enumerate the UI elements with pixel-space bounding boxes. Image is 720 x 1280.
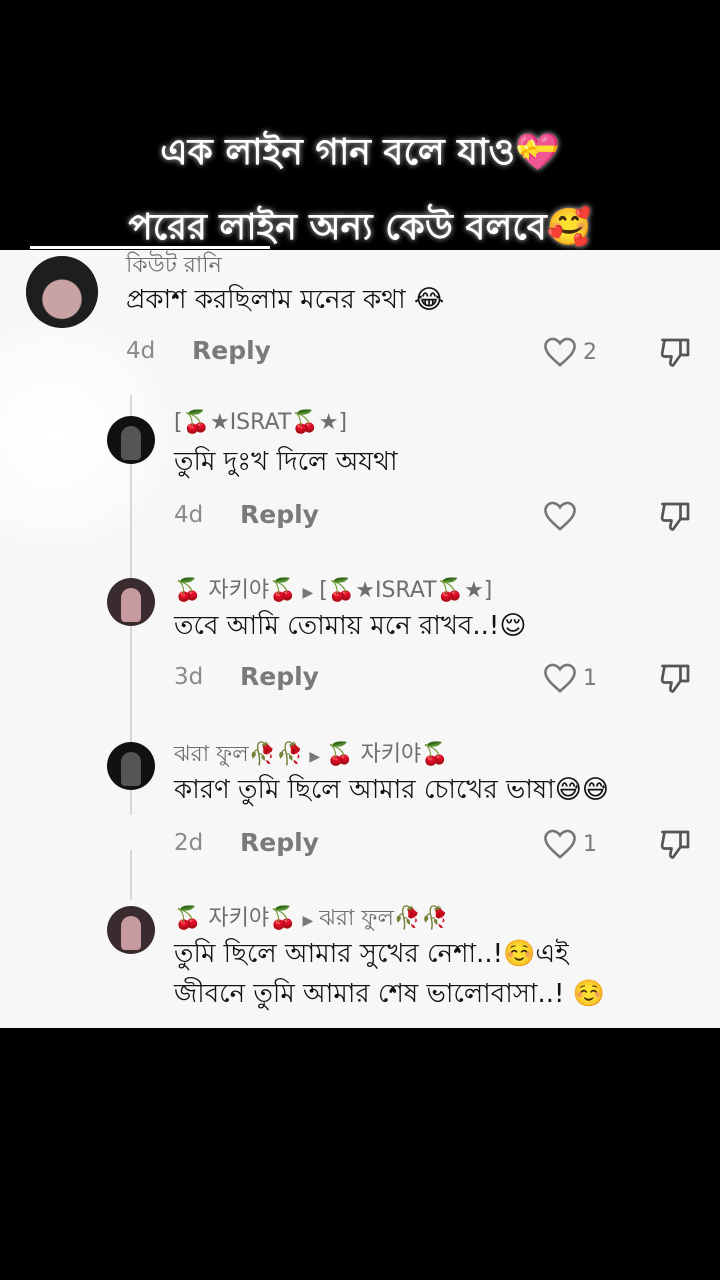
comment-text-line-1: তুমি ছিলে আমার সুখের নেশা..!☺️এই [174, 939, 569, 969]
avatar[interactable] [107, 742, 155, 790]
comment-age: 4d [174, 502, 204, 528]
username-label: 🍒 자키야🍒 [174, 578, 297, 603]
thumbs-down-outline-icon[interactable] [658, 498, 694, 534]
reply-button[interactable]: Reply [240, 828, 319, 857]
caption-line-1: এক লাইন গান বলে যাও💝 [160, 132, 560, 173]
thumbs-down-outline-icon[interactable] [658, 660, 694, 696]
username-label: 🍒 자키야🍒 [174, 906, 297, 931]
avatar[interactable] [107, 906, 155, 954]
thumbs-down-outline-icon[interactable] [658, 826, 694, 862]
comment-panel: কিউট রানি প্রকাশ করছিলাম মনের কথা 😂 4d R… [0, 250, 720, 1028]
heart-outline-icon[interactable] [542, 336, 578, 368]
like-count: 1 [583, 832, 597, 857]
triangle-right-icon: ▶ [309, 749, 321, 765]
comment-age: 4d [126, 338, 156, 364]
triangle-right-icon: ▶ [302, 913, 314, 929]
heart-outline-icon[interactable] [542, 828, 578, 860]
comment-text: প্রকাশ করছিলাম মনের কথা 😂 [126, 285, 445, 315]
reply-to-label: 🍒 자키야🍒 [326, 742, 449, 767]
comment-age: 2d [174, 830, 204, 856]
avatar[interactable] [107, 416, 155, 464]
reply-button[interactable]: Reply [192, 336, 271, 365]
avatar[interactable] [107, 578, 155, 626]
username-label: ঝরা ফুল🥀🥀 [174, 742, 304, 767]
reply-button[interactable]: Reply [240, 662, 319, 691]
thumbs-down-outline-icon[interactable] [658, 334, 694, 370]
heart-outline-icon[interactable] [542, 500, 578, 532]
comment-username[interactable]: ঝরা ফুল🥀🥀 ▶ 🍒 자키야🍒 [174, 736, 449, 774]
bottom-black-area [0, 1028, 720, 1280]
avatar[interactable] [26, 256, 98, 328]
comment-username[interactable]: [🍒★ISRAT🍒★] [174, 410, 347, 435]
like-count: 1 [583, 666, 597, 691]
comment-username[interactable]: 🍒 자키야🍒 ▶ [🍒★ISRAT🍒★] [174, 572, 492, 604]
comment-username[interactable]: 🍒 자키야🍒 ▶ ঝরা ফুল🥀🥀 [174, 900, 449, 938]
caption-underline [30, 246, 270, 249]
reply-to-label: ঝরা ফুল🥀🥀 [319, 906, 449, 931]
reply-to-label: [🍒★ISRAT🍒★] [319, 578, 493, 603]
comment-text: কারণ তুমি ছিলে আমার চোখের ভাষা😅😅 [174, 775, 610, 805]
reply-button[interactable]: Reply [240, 500, 319, 529]
thread-line [130, 850, 132, 900]
like-count: 2 [583, 340, 597, 365]
comment-text: তবে আমি তোমায় মনে রাখব..!😌 [174, 611, 527, 641]
comment-text: তুমি দুঃখ দিলে অযথা [174, 447, 398, 477]
comment-age: 3d [174, 664, 204, 690]
comment-text-line-2: জীবনে তুমি আমার শেষ ভালোবাসা..! ☺️ [174, 979, 606, 1009]
triangle-right-icon: ▶ [302, 585, 314, 601]
heart-outline-icon[interactable] [542, 662, 578, 694]
